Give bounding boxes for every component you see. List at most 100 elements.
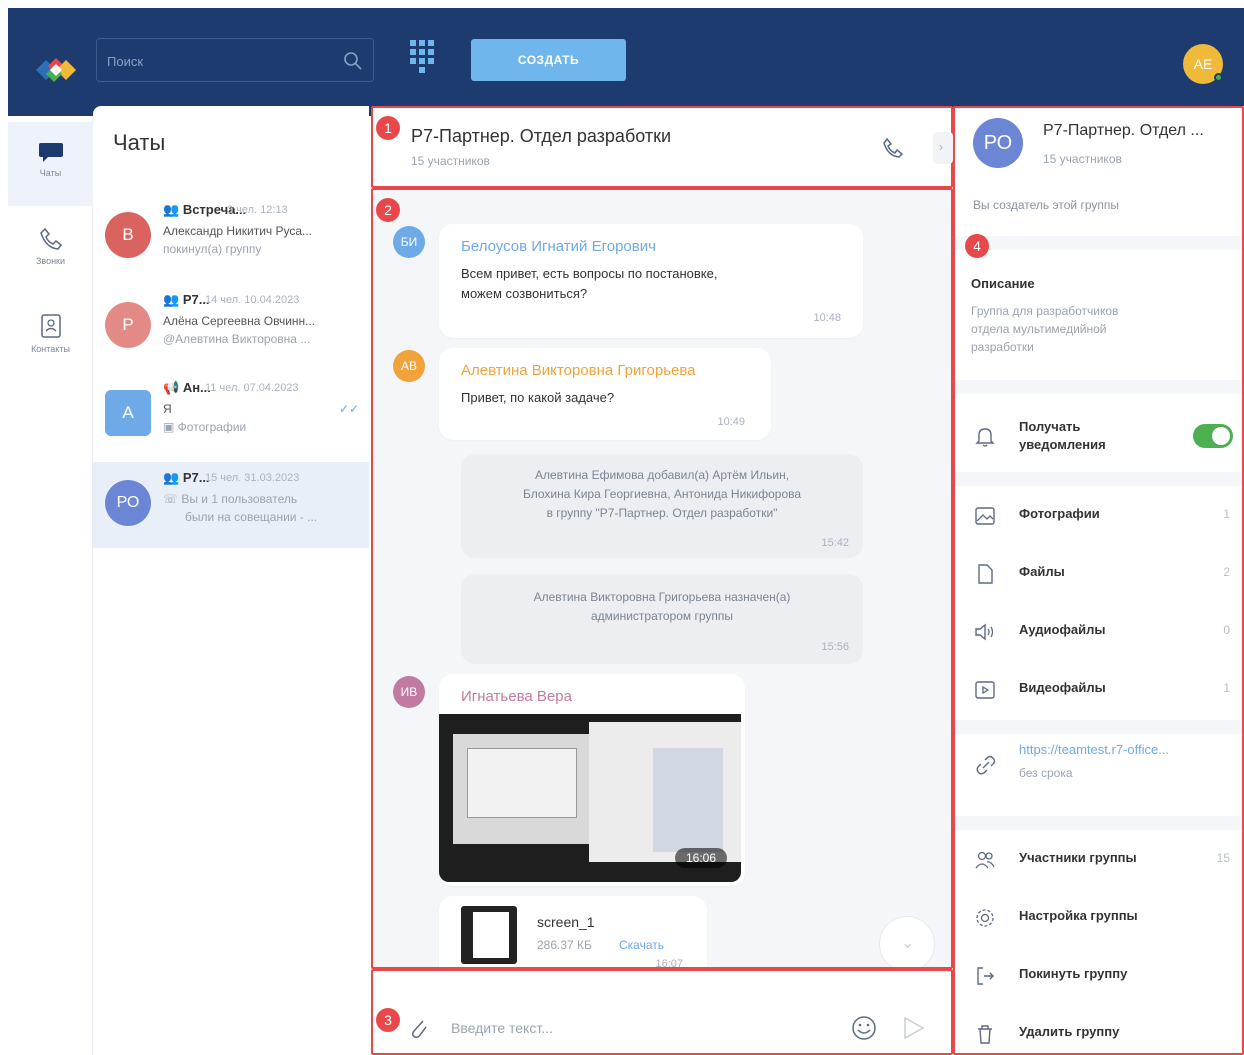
settings-label: Настройка группы [1019,908,1138,923]
group-icon: 👥 [163,292,183,307]
dialpad-icon[interactable] [408,38,436,80]
section-divider [955,472,1244,486]
search-input[interactable] [107,51,337,71]
media-audio-row[interactable]: Аудиофайлы 0 [955,602,1244,660]
video-dialog [467,748,577,818]
group-participants: 15 участников [1043,152,1122,166]
annotation-marker-1: 1 [376,116,400,140]
description-line2: отдела мультимедийной [971,322,1107,336]
group-title: Р7-Партнер. Отдел ... [1043,122,1204,139]
photo-icon: ▣ [163,420,178,434]
notifications-toggle[interactable] [1193,424,1233,448]
media-files-row[interactable]: Файлы 2 [955,544,1244,602]
media-photos-row[interactable]: Фотографии 1 [955,486,1244,544]
delete-group-row[interactable]: Удалить группу [955,1004,1244,1055]
message-bubble[interactable]: Белоусов Игнатий Егорович Всем привет, е… [439,224,863,338]
chat-list-item[interactable]: Р 👥 Р7... 14 чел. 10.04.2023 Алёна Серге… [93,284,369,370]
message-text-line2: можем созвониться? [461,286,588,301]
chat-list-item[interactable]: В 👥 Встреча... 3 чел. 12:13 Александр Ни… [93,194,369,280]
chat-header: Р7-Партнер. Отдел разработки 15 участник… [371,106,953,188]
system-time: 15:56 [821,641,849,653]
annotation-marker-4: 4 [965,234,989,258]
system-message: Алевтина Викторовна Григорьева назначен(… [461,574,863,664]
chat-preview-line1: Александр Никитич Руса... [163,224,313,238]
send-icon[interactable] [901,1015,925,1041]
section-divider [955,236,1244,250]
rail-item-contacts[interactable]: Контакты [8,294,93,378]
chat-meta: 15 чел. 31.03.2023 [205,472,300,484]
chevron-right-icon: › [939,140,943,154]
rail-item-chats[interactable]: Чаты [8,122,93,206]
leave-group-row[interactable]: Покинуть группу [955,946,1244,1004]
rail-item-calls[interactable]: Звонки [8,208,93,292]
annotation-marker-2: 2 [376,198,400,222]
file-icon [978,564,993,584]
collapse-panel-button[interactable]: › [933,132,953,164]
chevron-down-icon: ⌄ [901,935,915,952]
annotation-marker-3: 3 [376,1008,400,1032]
video-thumbnail[interactable]: 16:06 [439,714,741,882]
message-input[interactable] [451,1017,831,1039]
section-divider [955,720,1244,734]
bell-icon [975,428,995,447]
attach-paperclip-icon[interactable] [407,1015,431,1041]
message-list[interactable]: БИ Белоусов Игнатий Егорович Всем привет… [371,188,953,969]
file-thumbnail[interactable] [461,906,517,964]
group-avatar: РО [973,118,1023,168]
file-message-bubble[interactable]: screen_1 286.37 КБ Скачать 16:07 [439,896,707,967]
chat-meta: 11 чел. 07.04.2023 [205,382,299,394]
chat-avatar: РО [105,480,151,526]
emoji-icon[interactable] [851,1015,877,1041]
chat-preview-line1-row: ☏ Вы и 1 пользователь [163,492,363,506]
chat-bubble-icon [38,143,63,162]
description-line1: Группа для разработчиков [971,304,1119,318]
message-bubble[interactable]: Алевтина Викторовна Григорьева Привет, п… [439,348,771,440]
photo-icon [975,507,995,525]
search-box[interactable] [96,38,374,82]
chat-meta: 14 чел. 10.04.2023 [205,294,300,306]
description-line3: разработки [971,340,1034,354]
chat-list-item[interactable]: А 📢 Ан... 11 чел. 07.04.2023 Я ▣ Фотогра… [93,372,369,458]
rail-label-chats: Чаты [39,168,62,178]
video-message-bubble[interactable]: Игнатьева Вера 16:06 [439,674,745,886]
leave-label: Покинуть группу [1019,966,1128,981]
system-line2: Блохина Кира Георгиевна, Антонида Никифо… [522,487,802,501]
system-line2: администратором группы [590,609,734,623]
message-text: Всем привет, есть вопросы по постановке,… [461,264,717,304]
chat-meta: 3 чел. 12:13 [227,204,288,216]
download-link[interactable]: Скачать [619,938,664,952]
user-avatar[interactable]: АЕ [1183,44,1223,84]
photos-count: 1 [1223,507,1230,521]
description-title: Описание [971,276,1035,291]
message-avatar: БИ [393,226,425,258]
app-logo[interactable] [26,48,86,88]
group-creator-note: Вы создатель этой группы [973,198,1119,212]
trash-icon [978,1025,992,1044]
message-avatar: ИВ [393,676,425,708]
create-button[interactable]: СОЗДАТЬ [471,39,626,81]
media-video-row[interactable]: Видеофайлы 1 [955,660,1244,718]
navigation-rail: Чаты Звонки Контакты [8,116,93,1055]
delete-label: Удалить группу [1019,1024,1120,1039]
chat-preview-line1: Алёна Сергеевна Овчинн... [163,314,316,328]
group-settings-row[interactable]: Настройка группы [955,888,1244,946]
chat-preview-line2: покинул(а) группу [163,242,262,256]
message-text: Привет, по какой задаче? [461,390,615,405]
group-members-row[interactable]: Участники группы 15 [955,830,1244,888]
scroll-down-button[interactable]: ⌄ [879,916,935,967]
chat-avatar: А [105,390,151,436]
system-time: 15:42 [821,537,849,549]
notifications-line2: уведомления [1019,437,1106,452]
call-phone-icon[interactable] [881,136,905,160]
message-author: Игнатьева Вера [461,688,572,705]
system-message-text: Алевтина Викторовна Григорьева назначен(… [461,574,863,626]
invite-link[interactable]: https://teamtest.r7-office... [1019,742,1229,757]
video-icon [975,681,995,699]
system-line3: в группу "Р7-Партнер. Отдел разработки" [546,506,778,520]
chat-preview-line1: Вы и 1 пользователь [181,492,298,506]
message-time: 10:49 [717,416,745,428]
section-divider [955,816,1244,830]
file-size: 286.37 КБ [537,938,592,952]
search-icon[interactable] [343,51,363,71]
chat-list-item-selected[interactable]: РО 👥 Р7... 15 чел. 31.03.2023 ☏ Вы и 1 п… [93,462,369,548]
